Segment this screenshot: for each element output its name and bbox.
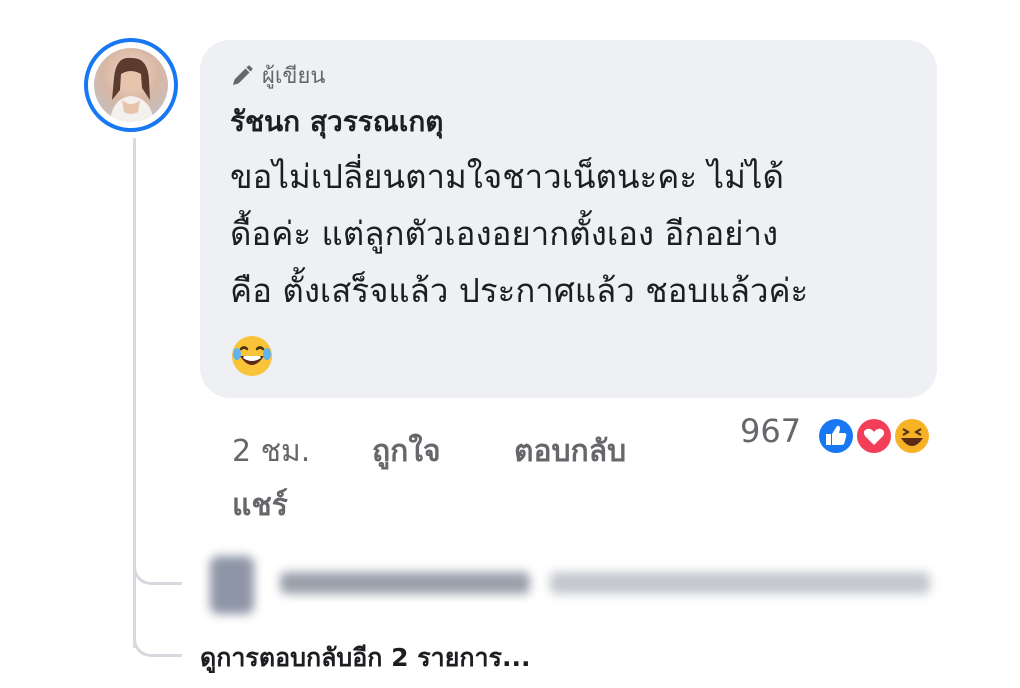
- thread-branch-view-more: [133, 632, 182, 657]
- comment-text: ขอไม่เปลี่ยนตามใจชาวเน็ตนะคะ ไม่ได้ ดื้อ…: [230, 148, 920, 319]
- timestamp[interactable]: 2 ชม.: [232, 428, 310, 475]
- comment-text-line: ดื้อค่ะ แต่ลูกตัวเองอยากตั้งเอง อีกอย่าง: [230, 214, 779, 253]
- avatar-image: [94, 48, 168, 122]
- love-reaction-icon: [854, 416, 894, 456]
- author-avatar[interactable]: [84, 38, 178, 132]
- thread-branch-reply: [133, 560, 182, 585]
- reaction-count[interactable]: 967: [740, 412, 801, 450]
- blurred-reply-preview[interactable]: [200, 556, 940, 616]
- blurred-reply-name: [280, 572, 530, 594]
- like-button[interactable]: ถูกใจ: [372, 428, 441, 475]
- like-reaction-icon: [816, 416, 856, 456]
- blurred-reply-avatar: [210, 556, 254, 614]
- view-more-replies-link[interactable]: ดูการตอบกลับอีก 2 รายการ...: [200, 638, 530, 678]
- laughing-tears-emoji-icon: [232, 336, 272, 376]
- haha-reaction-icon: [892, 416, 932, 456]
- comment-bubble: ผู้เขียน รัชนก สุวรรณเกตุ ขอไม่เปลี่ยนตา…: [200, 40, 937, 398]
- share-button[interactable]: แชร์: [232, 482, 288, 529]
- pencil-icon: [233, 65, 253, 85]
- blurred-reply-text: [550, 572, 930, 594]
- comment-text-line: ขอไม่เปลี่ยนตามใจชาวเน็ตนะคะ ไม่ได้: [230, 157, 784, 196]
- comment-text-line: คือ ตั้งเสร็จแล้ว ประกาศแล้ว ชอบแล้วค่ะ: [230, 271, 809, 310]
- reaction-icons[interactable]: [812, 414, 942, 458]
- author-name[interactable]: รัชนก สุวรรณเกตุ: [230, 100, 443, 144]
- author-badge-label: ผู้เขียน: [262, 64, 326, 89]
- author-badge: ผู้เขียน: [230, 58, 325, 93]
- reply-button[interactable]: ตอบกลับ: [514, 428, 626, 475]
